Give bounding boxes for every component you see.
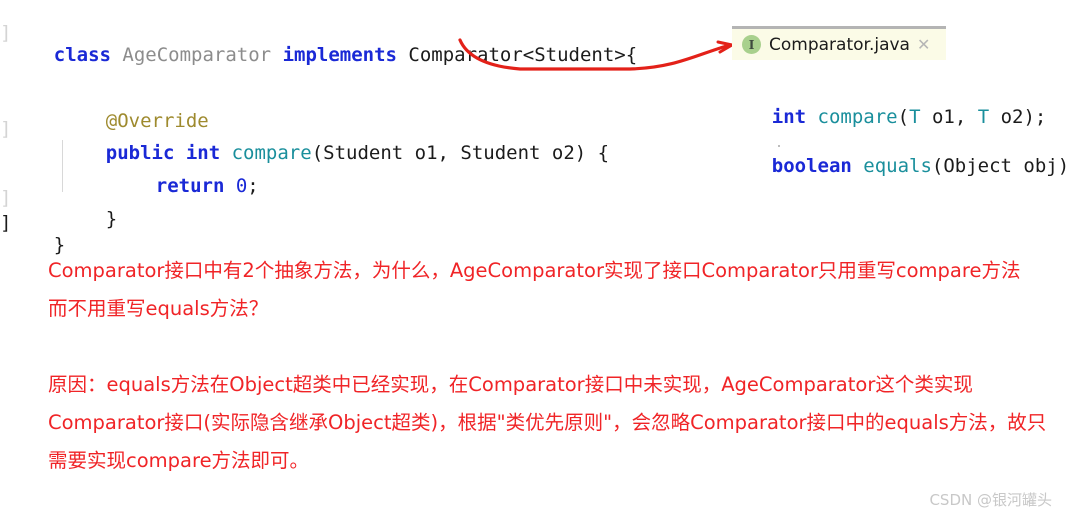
close-icon[interactable]: ✕ [917,36,930,53]
token-punct: ( [897,106,910,128]
token-keyword: return [155,175,236,197]
token-params: (Object obj); [931,155,1066,177]
token-type-param: T [977,106,990,128]
popup-tab[interactable]: I Comparator.java ✕ [732,26,946,60]
token-method-name: equals [863,155,932,177]
code-line-return-statement[interactable]: return 0; [110,153,259,219]
code-line-method-closing-brace[interactable]: } [60,186,117,252]
comparator-source-popup[interactable]: I Comparator.java ✕ int compare(T o1, T … [732,26,1066,177]
token-type-param: T [909,106,921,128]
token-keyword: int [771,106,818,128]
interface-icon: I [742,35,761,54]
gutter-fold-marker[interactable]: ] [0,118,11,140]
token-keyword: boolean [771,155,864,177]
token-param: o2); [989,106,1047,128]
code-editor[interactable]: ] ] ] ] class AgeComparator implements C… [0,0,720,256]
gutter-fold-marker[interactable]: ] [0,187,11,209]
token-punct: ; [247,175,259,197]
token-keyword: class [53,44,123,66]
token-brace: } [105,208,118,230]
code-line-class-declaration[interactable]: class AgeComparator implements Comparato… [8,22,637,88]
annotation-question-text: Comparator接口中有2个抽象方法，为什么，AgeComparator实现… [48,259,1021,320]
token-param: o1, [920,106,978,128]
token-type: Comparator<Student>{ [408,44,638,66]
popup-code-line-equals[interactable]: boolean equals(Object obj); [726,133,1066,199]
token-number: 0 [235,175,248,197]
popup-tab-title: Comparator.java [769,34,910,55]
annotation-reason-text: 原因：equals方法在Object超类中已经实现，在Comparator接口中… [48,373,1047,472]
token-class-name: AgeComparator [122,44,283,66]
token-method-name: compare [817,106,898,128]
token-params: (Student o1, Student o2) { [311,142,610,164]
token-keyword: implements [282,44,409,66]
watermark: CSDN @银河罐头 [929,491,1052,509]
